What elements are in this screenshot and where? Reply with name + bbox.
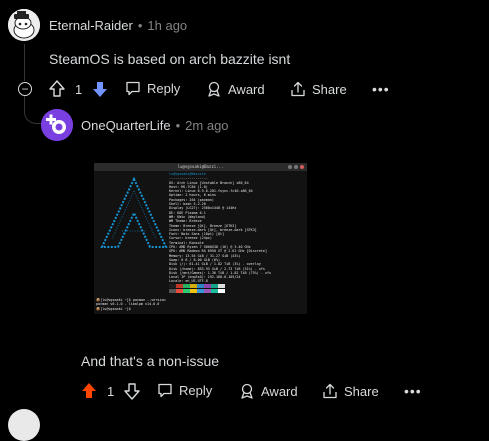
reply-label: Reply bbox=[179, 383, 213, 398]
vote-group: 1 bbox=[81, 382, 140, 400]
upvote-icon[interactable] bbox=[81, 382, 97, 400]
award-icon bbox=[241, 383, 253, 399]
avatar[interactable] bbox=[8, 9, 40, 41]
reply-icon bbox=[158, 383, 172, 398]
share-button[interactable]: Share bbox=[322, 383, 379, 399]
terminal-titlebar: lu@vgsoaki@Bazzi... bbox=[94, 163, 307, 171]
award-label: Award bbox=[228, 81, 265, 97]
comment-age[interactable]: 2m ago bbox=[185, 118, 228, 133]
terminal-prompt-text: 📦[lu@vgsoaki ~]$ pacman --version pacman … bbox=[96, 298, 166, 311]
terminal-prompt-line: pacman v6.1.0 - libalpm v14.0.0 bbox=[96, 302, 160, 307]
award-button[interactable]: Award bbox=[239, 383, 298, 399]
maximize-icon bbox=[294, 164, 298, 169]
separator-dot: • bbox=[175, 118, 181, 133]
upvote-icon[interactable] bbox=[49, 80, 65, 98]
thread-line[interactable] bbox=[24, 44, 25, 81]
more-options-button[interactable]: ••• bbox=[404, 383, 422, 399]
close-icon bbox=[300, 164, 304, 169]
reply-button[interactable]: Reply bbox=[157, 383, 212, 398]
downvote-icon[interactable] bbox=[124, 382, 140, 400]
downvote-icon[interactable] bbox=[92, 80, 108, 98]
comment-image[interactable]: lu@vgsoaki@Bazzi... lu@vgsoaki@Bazzite --… bbox=[94, 163, 307, 314]
award-label: Award bbox=[261, 383, 298, 399]
comment2-header: OneQuarterLife • 2m ago bbox=[81, 118, 229, 133]
share-icon bbox=[291, 81, 305, 97]
award-button[interactable]: Award bbox=[206, 81, 265, 97]
terminal-prompt-line: 📦[lu@vgsoaki ~]$ bbox=[96, 306, 131, 311]
share-label: Share bbox=[344, 383, 379, 399]
color-swatches bbox=[169, 284, 225, 288]
system-info-line: GPU: AMD Radeon RX 6950 XT @ 2.61 GHz [D… bbox=[169, 249, 267, 254]
comment-author[interactable]: Eternal-Raider bbox=[49, 18, 133, 33]
vote-group: 1 bbox=[49, 80, 108, 98]
share-icon bbox=[323, 383, 337, 399]
more-options-button[interactable]: ••• bbox=[372, 81, 390, 97]
avatar[interactable] bbox=[41, 109, 73, 141]
minimize-icon bbox=[288, 164, 292, 169]
terminal-body: lu@vgsoaki@Bazzite ------------------- OS:… bbox=[94, 171, 307, 314]
reply-label: Reply bbox=[147, 81, 181, 96]
vote-count: 1 bbox=[107, 383, 115, 399]
system-info-text: lu@vgsoaki@Bazzite ------------------- OS:… bbox=[169, 172, 271, 284]
comment1-header: Eternal-Raider • 1h ago bbox=[49, 18, 187, 33]
arch-logo-icon bbox=[100, 177, 168, 248]
terminal-title: lu@vgsoaki@Bazzi... bbox=[177, 164, 224, 169]
reply-button[interactable]: Reply bbox=[125, 81, 180, 96]
thread-connector bbox=[24, 96, 42, 124]
separator-dot: • bbox=[137, 18, 143, 33]
comment-author[interactable]: OneQuarterLife bbox=[81, 118, 171, 133]
color-swatches-bright bbox=[169, 289, 225, 293]
system-info-line: Disk (/): 61.41 GiB / 1.82 TiB (3%) - ov… bbox=[169, 262, 261, 267]
collapse-thread-button[interactable]: − bbox=[18, 82, 32, 96]
comment-text: And that's a non-issue bbox=[81, 353, 220, 369]
reply-icon bbox=[126, 81, 140, 96]
share-label: Share bbox=[312, 81, 347, 97]
plus-avatar-icon bbox=[41, 109, 73, 141]
comment-age[interactable]: 1h ago bbox=[147, 18, 187, 33]
avatar[interactable] bbox=[8, 409, 40, 441]
snoo-avatar-icon bbox=[8, 9, 40, 41]
share-button[interactable]: Share bbox=[290, 81, 347, 97]
award-icon bbox=[208, 81, 220, 97]
comment-text: SteamOS is based on arch bazzite isnt bbox=[49, 51, 291, 67]
vote-count: 1 bbox=[75, 81, 83, 97]
